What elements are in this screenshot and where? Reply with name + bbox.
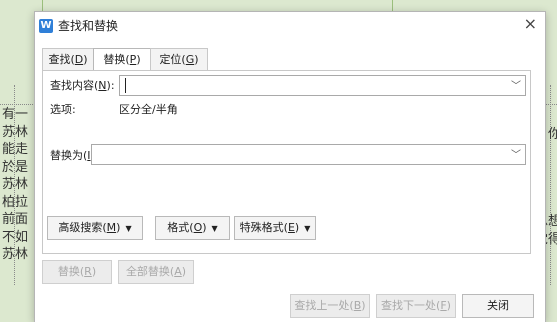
text-boundary-line — [550, 85, 551, 285]
doc-line: 有一 — [2, 107, 29, 122]
doc-line: 能走 — [2, 142, 29, 157]
text-cursor — [125, 78, 126, 93]
document-text-left: 有一 苏林 能走 於是 苏林 柏拉 前面 不如 苏林 — [2, 106, 28, 264]
find-previous-button[interactable]: 查找上一处(B) — [290, 294, 370, 318]
replace-input[interactable]: ﹀ — [91, 144, 526, 165]
doc-line: 苏林 — [2, 177, 29, 192]
title-bar[interactable]: W 查找和替换 × — [35, 12, 545, 40]
special-format-button[interactable]: 特殊格式(E) ▼ — [234, 216, 316, 240]
chevron-down-icon[interactable]: ﹀ — [511, 77, 521, 92]
replace-all-button[interactable]: 全部替换(A) — [118, 260, 194, 284]
doc-line: 不如 — [2, 229, 29, 245]
dropdown-arrow-icon: ▼ — [211, 224, 218, 233]
dialog-title: 查找和替换 — [58, 19, 119, 33]
doc-line: 柏拉 — [2, 194, 29, 210]
wps-logo-icon: W — [39, 19, 53, 33]
options-label: 选项: — [50, 103, 76, 116]
find-next-button[interactable]: 查找下一处(F) — [376, 294, 456, 318]
advanced-search-button[interactable]: 高级搜索(M) ▼ — [47, 216, 143, 240]
options-value: 区分全/半角 — [119, 103, 178, 116]
tab-find[interactable]: 查找(D) — [42, 48, 94, 70]
doc-line: 苏林 — [2, 124, 29, 140]
find-input[interactable]: ﹀ — [119, 75, 526, 96]
find-replace-dialog: W 查找和替换 × 查找(D) 替换(P) 定位(G) 查找内容(N): ﹀ 选… — [34, 11, 546, 322]
close-button[interactable]: 关闭 — [462, 294, 534, 318]
find-label: 查找内容(N): — [50, 79, 115, 92]
tab-replace[interactable]: 替换(P) — [93, 48, 151, 71]
chevron-down-icon[interactable]: ﹀ — [511, 146, 521, 161]
replace-button[interactable]: 替换(R) — [42, 260, 112, 284]
dropdown-arrow-icon: ▼ — [125, 224, 132, 233]
doc-line: 前面 — [2, 212, 29, 227]
doc-line: 苏林 — [2, 247, 29, 262]
doc-line: 於是 — [2, 159, 29, 175]
format-button[interactable]: 格式(O) ▼ — [155, 216, 230, 240]
tab-goto[interactable]: 定位(G) — [150, 48, 208, 70]
dropdown-arrow-icon: ▼ — [304, 224, 311, 233]
close-icon[interactable]: × — [524, 15, 537, 33]
replace-panel: 查找内容(N): ﹀ 选项: 区分全/半角 替换为(I): ﹀ 高级搜索(M)▼… — [42, 70, 531, 254]
